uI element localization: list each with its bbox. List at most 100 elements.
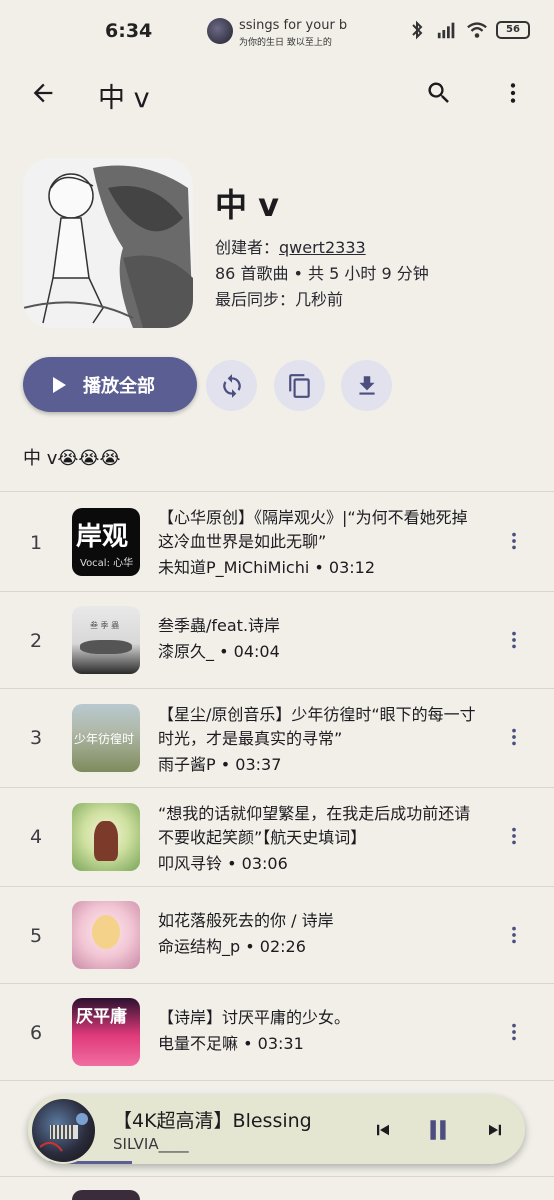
song-more-button[interactable] xyxy=(498,721,530,753)
more-vert-icon xyxy=(512,631,516,649)
song-subtitle: 叩风寻铃 • 03:06 xyxy=(158,854,288,873)
thumbnail-text: 岸观 xyxy=(76,522,129,552)
next-button[interactable] xyxy=(480,1115,510,1145)
song-subtitle: 漆原久_ • 04:04 xyxy=(158,642,280,661)
arrow-back-icon xyxy=(33,83,53,103)
song-artist: 叩风寻铃 xyxy=(158,854,223,873)
skip-previous-icon xyxy=(377,1124,389,1136)
thumbnail-text: 少年彷徨时 xyxy=(74,732,135,746)
song-duration: 02:26 xyxy=(259,937,306,956)
wifi-icon xyxy=(466,20,488,40)
song-title: 【星尘/原创音乐】少年彷徨时“眼下的每一寸时光，才是最真实的寻常” xyxy=(158,705,476,748)
song-row[interactable]: 4 “想我的话就仰望繁星，在我走后成功前还请不要收起笑颜”【航天史填词】 叩风寻… xyxy=(0,788,554,886)
playlist-cover xyxy=(23,158,193,328)
song-subtitle: 雨子酱P • 03:37 xyxy=(158,755,282,774)
song-index: 2 xyxy=(29,630,43,652)
song-thumbnail xyxy=(72,901,140,969)
song-row[interactable]: 1 岸观 Vocal: 心华 【心华原创】《隔岸观火》|“为何不看她死掉 这冷血… xyxy=(0,492,554,591)
signal-icon xyxy=(436,20,458,40)
song-thumbnail: 岸观 Vocal: 心华 xyxy=(72,508,140,576)
status-icons: 56 xyxy=(406,20,530,40)
mini-player-title: 【4K超高清】Blessing xyxy=(113,1110,312,1132)
list-divider xyxy=(0,1176,554,1177)
song-index: 5 xyxy=(29,925,43,947)
more-vert-icon xyxy=(512,532,516,550)
song-duration: 03:31 xyxy=(257,1034,304,1053)
sync-button[interactable] xyxy=(206,360,257,411)
song-thumbnail-partial xyxy=(72,1190,140,1200)
song-subtitle: 命运结构_p • 02:26 xyxy=(158,937,306,956)
thumbnail-text: 厌平庸 xyxy=(76,1007,127,1027)
song-subtitle: 未知道P_MiChiMichi • 03:12 xyxy=(158,558,376,577)
song-info: “想我的话就仰望繁星，在我走后成功前还请不要收起笑颜”【航天史填词】 叩风寻铃 … xyxy=(158,802,476,876)
page-title: 中 v xyxy=(98,83,150,114)
pause-button[interactable] xyxy=(421,1113,455,1147)
sync-icon xyxy=(222,373,241,398)
back-button[interactable] xyxy=(22,72,64,114)
song-title: “想我的话就仰望繁星，在我走后成功前还请不要收起笑颜”【航天史填词】 xyxy=(158,804,471,847)
more-vert-icon xyxy=(512,728,516,746)
song-info: 【诗岸】讨厌平庸的少女。 电量不足嘛 • 03:31 xyxy=(158,1006,476,1056)
song-row[interactable]: 2 叁 季 蟲 叁季蟲/feat.诗岸 漆原久_ • 04:04 xyxy=(0,592,554,688)
song-index: 3 xyxy=(29,727,43,749)
playlist-creator-line: 创建者：qwert2333 xyxy=(215,234,366,258)
song-subtitle: 电量不足嘛 • 03:31 xyxy=(158,1034,304,1053)
status-media-notification: ssings for your b 为你的生日 致以至上的 xyxy=(207,18,357,48)
song-duration: 04:04 xyxy=(233,642,280,661)
song-artist: 未知道P_MiChiMichi xyxy=(158,558,310,577)
song-thumbnail: 少年彷徨时 xyxy=(72,704,140,772)
song-title: 如花落般死去的你 / 诗岸 xyxy=(158,911,334,930)
copy-icon xyxy=(288,373,310,398)
song-duration: 03:06 xyxy=(241,854,288,873)
previous-button[interactable] xyxy=(368,1115,398,1145)
song-artist: 命运结构_p xyxy=(158,937,241,956)
song-index: 4 xyxy=(29,826,43,848)
song-info: 叁季蟲/feat.诗岸 漆原久_ • 04:04 xyxy=(158,614,476,664)
mini-player-artwork xyxy=(30,1097,97,1164)
mini-player-artist: SILVIA____ xyxy=(113,1135,189,1153)
top-app-bar: 中 v xyxy=(0,64,554,122)
download-button[interactable] xyxy=(341,360,392,411)
overflow-menu-button[interactable] xyxy=(492,72,534,114)
song-index: 6 xyxy=(29,1022,43,1044)
status-media-subtitle: 为你的生日 致以至上的 xyxy=(239,38,332,48)
playlist-last-sync: 最后同步：几秒前 xyxy=(215,290,344,309)
song-more-button[interactable] xyxy=(498,525,530,557)
mini-player-progress xyxy=(28,1161,525,1164)
song-duration: 03:12 xyxy=(328,558,376,577)
song-more-button[interactable] xyxy=(498,1016,530,1048)
status-bar: 6:34 ssings for your b 为你的生日 致以至上的 56 xyxy=(0,0,554,64)
search-button[interactable] xyxy=(418,72,460,114)
song-info: 如花落般死去的你 / 诗岸 命运结构_p • 02:26 xyxy=(158,909,476,959)
song-row[interactable]: 3 少年彷徨时 【星尘/原创音乐】少年彷徨时“眼下的每一寸时光，才是最真实的寻常… xyxy=(0,689,554,787)
bluetooth-icon xyxy=(406,20,428,40)
search-icon xyxy=(428,82,449,103)
more-vert-icon xyxy=(512,926,516,944)
playlist-name: 中 v xyxy=(215,186,280,224)
song-info: 【心华原创】《隔岸观火》|“为何不看她死掉 这冷血世界是如此无聊” 未知道P_M… xyxy=(158,506,476,580)
status-time: 6:34 xyxy=(105,20,153,42)
playlist-stats: 86 首歌曲 • 共 5 小时 9 分钟 xyxy=(215,264,429,283)
mini-player[interactable]: 【4K超高清】Blessing SILVIA____ xyxy=(28,1095,525,1164)
creator-link[interactable]: qwert2333 xyxy=(279,238,366,257)
play-all-button[interactable]: 播放全部 xyxy=(23,357,197,412)
song-artist: 雨子酱P xyxy=(158,755,216,774)
copy-button[interactable] xyxy=(274,360,325,411)
song-more-button[interactable] xyxy=(498,624,530,656)
song-artist: 电量不足嘛 xyxy=(158,1034,239,1053)
song-duration: 03:37 xyxy=(235,755,282,774)
song-thumbnail: 叁 季 蟲 xyxy=(72,606,140,674)
play-all-label: 播放全部 xyxy=(83,375,155,397)
song-title: 【心华原创】《隔岸观火》|“为何不看她死掉 这冷血世界是如此无聊” xyxy=(158,508,468,551)
song-row[interactable]: 6 厌平庸 【诗岸】讨厌平庸的少女。 电量不足嘛 • 03:31 xyxy=(0,984,554,1080)
song-row[interactable]: 5 如花落般死去的你 / 诗岸 命运结构_p • 02:26 xyxy=(0,887,554,983)
play-icon xyxy=(51,376,71,394)
song-index: 1 xyxy=(29,532,43,554)
status-media-title: ssings for your b xyxy=(239,18,348,33)
song-title: 【诗岸】讨厌平庸的少女。 xyxy=(158,1008,351,1027)
song-info: 【星尘/原创音乐】少年彷徨时“眼下的每一寸时光，才是最真实的寻常” 雨子酱P •… xyxy=(158,703,476,777)
playlist-description: 中 v😭😭😭 xyxy=(23,448,121,469)
battery-indicator: 56 xyxy=(496,21,530,39)
song-more-button[interactable] xyxy=(498,919,530,951)
song-more-button[interactable] xyxy=(498,820,530,852)
